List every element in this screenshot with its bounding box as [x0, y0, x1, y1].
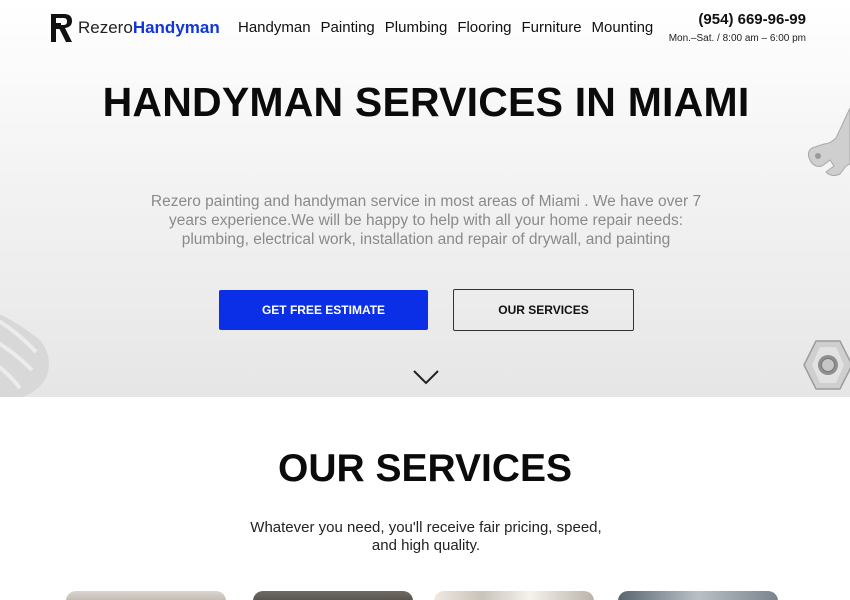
hero-description: Rezero painting and handyman service in … [150, 193, 702, 248]
contact-block: (954) 669-96-99 Mon.–Sat. / 8:00 am – 6:… [669, 11, 806, 44]
wrench-decoration [807, 108, 850, 177]
services-title: OUR SERVICES [277, 447, 573, 490]
logo-icon [51, 14, 72, 42]
brand-name-plain: Rezero [78, 18, 133, 37]
hex-nut-decoration [803, 340, 850, 390]
nav-item-painting[interactable]: Painting [321, 19, 375, 37]
nav-item-plumbing[interactable]: Plumbing [385, 19, 448, 37]
our-services-button[interactable]: OUR SERVICES [453, 289, 634, 331]
hero-section: RezeroHandyman Handyman Painting Plumbin… [0, 0, 850, 397]
brand-name: RezeroHandyman [78, 12, 220, 44]
service-card[interactable] [434, 591, 594, 600]
hero-title: HANDYMAN SERVICES IN MIAMI [102, 79, 750, 125]
service-card[interactable] [618, 591, 778, 600]
chevron-down-icon[interactable] [412, 368, 440, 386]
service-cards [66, 591, 786, 600]
site-logo[interactable]: RezeroHandyman [50, 12, 220, 44]
service-card[interactable] [66, 591, 226, 600]
paint-roller-decoration [0, 314, 49, 397]
service-card[interactable] [253, 591, 413, 600]
phone-link[interactable]: (954) 669-96-99 [669, 11, 806, 29]
get-free-estimate-button[interactable]: GET FREE ESTIMATE [219, 290, 428, 330]
services-subtitle: Whatever you need, you'll receive fair p… [250, 519, 602, 554]
nav-item-flooring[interactable]: Flooring [457, 19, 511, 37]
brand-name-accent: Handyman [132, 18, 220, 37]
business-hours: Mon.–Sat. / 8:00 am – 6:00 pm [668, 33, 806, 44]
nav-item-furniture[interactable]: Furniture [522, 19, 582, 37]
main-nav: Handyman Painting Plumbing Flooring Furn… [238, 19, 663, 37]
nav-item-mounting[interactable]: Mounting [592, 19, 654, 37]
nav-item-handyman[interactable]: Handyman [238, 19, 311, 37]
